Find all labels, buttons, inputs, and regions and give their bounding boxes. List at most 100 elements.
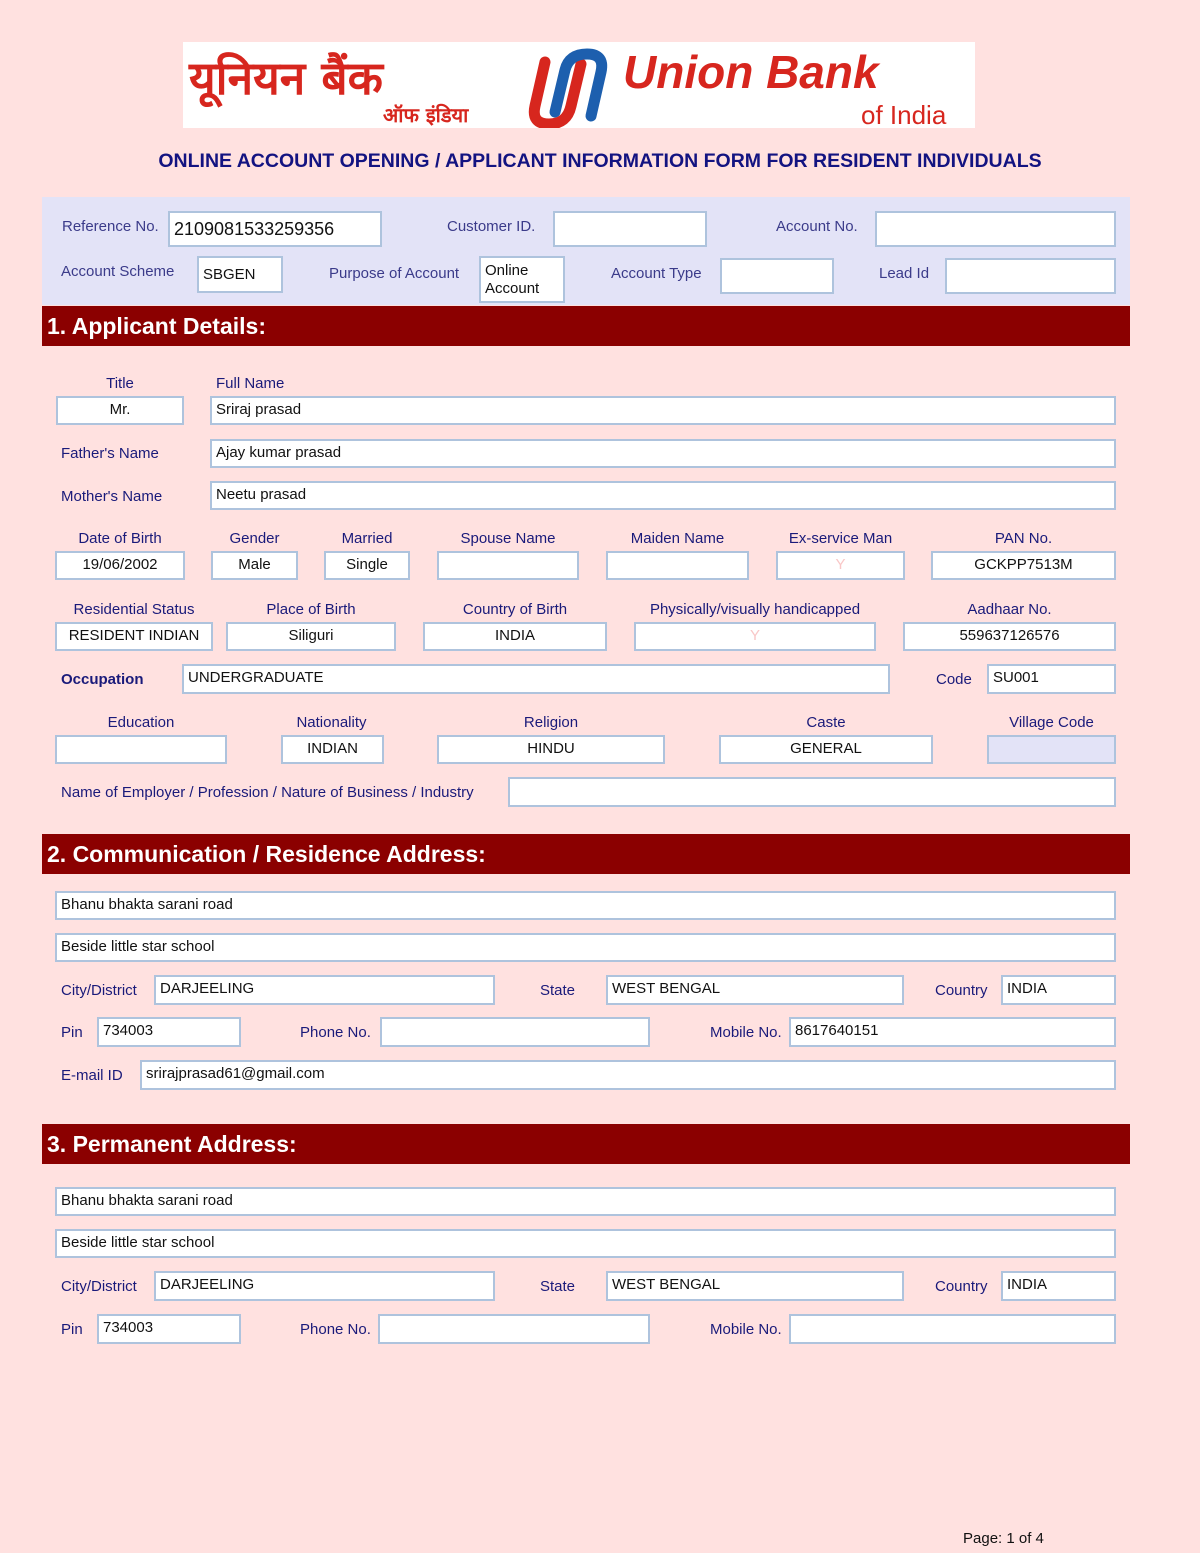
aadhaar-field[interactable]: 559637126576 (903, 622, 1116, 651)
perm-country-label: Country (935, 1278, 988, 1295)
perm-pin-field[interactable]: 734003 (97, 1314, 241, 1344)
mothers-name-field[interactable]: Neetu prasad (210, 481, 1116, 510)
residential-status-field[interactable]: RESIDENT INDIAN (55, 622, 213, 651)
full-name-label: Full Name (216, 375, 285, 392)
account-no-field[interactable] (875, 211, 1116, 247)
married-field[interactable]: Single (324, 551, 410, 580)
comm-city-field[interactable]: DARJEELING (154, 975, 495, 1005)
education-label: Education (107, 714, 175, 731)
page-number: Page: 1 of 4 (963, 1530, 1044, 1547)
customer-id-label: Customer ID. (447, 218, 536, 235)
handicapped-field[interactable]: Y (634, 622, 876, 651)
purpose-field[interactable]: Online Account (479, 256, 565, 303)
gender-field[interactable]: Male (211, 551, 298, 580)
union-bank-emblem-icon (528, 48, 608, 130)
logo-english-sub: of India (861, 100, 947, 128)
perm-address-line2-field[interactable]: Beside little star school (55, 1229, 1116, 1258)
handicapped-label: Physically/visually handicapped (649, 601, 861, 618)
dob-label: Date of Birth (78, 530, 162, 547)
reference-no-field[interactable]: 2109081533259356 (168, 211, 382, 247)
title-field[interactable]: Mr. (56, 396, 184, 425)
form-title: ONLINE ACCOUNT OPENING / APPLICANT INFOR… (158, 150, 1042, 172)
logo-english-name: Union Bank (623, 46, 881, 98)
pan-field[interactable]: GCKPP7513M (931, 551, 1116, 580)
section-applicant-details-header: 1. Applicant Details: (42, 306, 1130, 346)
perm-state-field[interactable]: WEST BENGAL (606, 1271, 904, 1301)
religion-label: Religion (523, 714, 579, 731)
title-label: Title (106, 375, 134, 392)
perm-pin-label: Pin (61, 1321, 83, 1338)
maiden-name-field[interactable] (606, 551, 749, 580)
purpose-line-1: Online (485, 262, 529, 279)
customer-id-field[interactable] (553, 211, 707, 247)
email-label: E-mail ID (61, 1067, 123, 1084)
place-of-birth-field[interactable]: Siliguri (226, 622, 396, 651)
comm-pin-field[interactable]: 734003 (97, 1017, 241, 1047)
residential-status-label: Residential Status (73, 601, 195, 618)
comm-mobile-label: Mobile No. (710, 1024, 782, 1041)
account-type-label: Account Type (611, 265, 702, 282)
email-field[interactable]: srirajprasad61@gmail.com (140, 1060, 1116, 1090)
perm-city-label: City/District (61, 1278, 137, 1295)
occupation-field[interactable]: UNDERGRADUATE (182, 664, 890, 694)
comm-country-field[interactable]: INDIA (1001, 975, 1116, 1005)
perm-country-field[interactable]: INDIA (1001, 1271, 1116, 1301)
perm-address-line1-field[interactable]: Bhanu bhakta sarani road (55, 1187, 1116, 1216)
logo-hindi-sub: ऑफ इंडिया (383, 103, 469, 127)
spouse-name-field[interactable] (437, 551, 579, 580)
comm-mobile-field[interactable]: 8617640151 (789, 1017, 1116, 1047)
country-of-birth-field[interactable]: INDIA (423, 622, 607, 651)
perm-phone-field[interactable] (378, 1314, 650, 1344)
nationality-label: Nationality (296, 714, 367, 731)
perm-city-field[interactable]: DARJEELING (154, 1271, 495, 1301)
full-name-field[interactable]: Sriraj prasad (210, 396, 1116, 425)
married-label: Married (341, 530, 393, 547)
purpose-line-2: Account (485, 280, 540, 297)
account-scheme-label: Account Scheme (61, 263, 175, 280)
perm-mobile-label: Mobile No. (710, 1321, 782, 1338)
comm-address-line1-field[interactable]: Bhanu bhakta sarani road (55, 891, 1116, 920)
nationality-field[interactable]: INDIAN (281, 735, 384, 764)
comm-state-field[interactable]: WEST BENGAL (606, 975, 904, 1005)
fathers-name-label: Father's Name (61, 445, 159, 462)
code-label: Code (936, 671, 972, 688)
perm-mobile-field[interactable] (789, 1314, 1116, 1344)
mothers-name-label: Mother's Name (61, 488, 163, 505)
pan-label: PAN No. (994, 530, 1053, 547)
perm-state-label: State (540, 1278, 576, 1295)
logo-hindi-name: यूनियन बैंक (188, 51, 385, 108)
ex-service-label: Ex-service Man (788, 530, 893, 547)
country-of-birth-label: Country of Birth (462, 601, 568, 618)
occupation-label: Occupation (61, 671, 144, 688)
reference-no-label: Reference No. (62, 218, 159, 235)
lead-id-field[interactable] (945, 258, 1116, 294)
caste-label: Caste (806, 714, 846, 731)
village-code-label: Village Code (1009, 714, 1094, 731)
comm-state-label: State (540, 982, 576, 999)
account-scheme-field[interactable]: SBGEN (197, 256, 283, 293)
gender-label: Gender (229, 530, 280, 547)
section-permanent-address-header: 3. Permanent Address: (42, 1124, 1130, 1164)
dob-field[interactable]: 19/06/2002 (55, 551, 185, 580)
aadhaar-label: Aadhaar No. (967, 601, 1052, 618)
caste-field[interactable]: GENERAL (719, 735, 933, 764)
perm-phone-label: Phone No. (300, 1321, 371, 1338)
religion-field[interactable]: HINDU (437, 735, 665, 764)
spouse-name-label: Spouse Name (460, 530, 556, 547)
village-code-field[interactable] (987, 735, 1116, 764)
ex-service-field[interactable]: Y (776, 551, 905, 580)
employer-field[interactable] (508, 777, 1116, 807)
fathers-name-field[interactable]: Ajay kumar prasad (210, 439, 1116, 468)
code-field[interactable]: SU001 (987, 664, 1116, 694)
comm-city-label: City/District (61, 982, 137, 999)
lead-id-label: Lead Id (879, 265, 930, 282)
section-communication-address-header: 2. Communication / Residence Address: (42, 834, 1130, 874)
account-type-field[interactable] (720, 258, 834, 294)
purpose-label: Purpose of Account (329, 265, 460, 282)
account-no-label: Account No. (776, 218, 858, 235)
education-field[interactable] (55, 735, 227, 764)
employer-label: Name of Employer / Profession / Nature o… (61, 784, 474, 801)
comm-address-line2-field[interactable]: Beside little star school (55, 933, 1116, 962)
comm-pin-label: Pin (61, 1024, 83, 1041)
comm-phone-field[interactable] (380, 1017, 650, 1047)
